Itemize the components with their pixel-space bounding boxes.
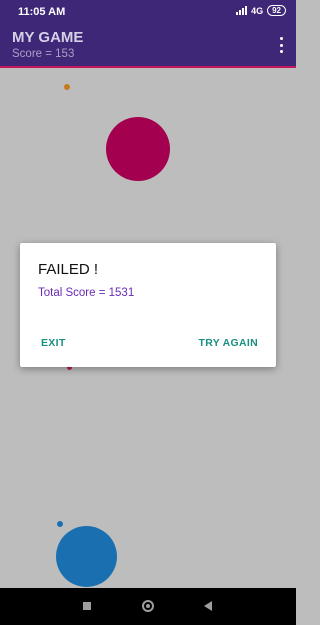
score-label: Score = 153 (12, 48, 75, 60)
app-title: MY GAME (12, 29, 84, 46)
navigation-bar (0, 588, 296, 625)
app-bar: MY GAME Score = 153 (0, 24, 296, 68)
status-icons: 4G 92 (236, 5, 286, 16)
blue-dot (57, 521, 63, 527)
game-over-dialog: FAILED ! Total Score = 1531 EXIT TRY AGA… (20, 243, 276, 367)
status-bar: 11:05 AM 4G 92 (0, 0, 296, 24)
recents-icon[interactable] (83, 602, 91, 610)
back-icon[interactable] (204, 601, 212, 611)
network-type: 4G (251, 5, 264, 16)
orange-dot (64, 84, 70, 90)
home-icon[interactable] (142, 600, 154, 612)
try-again-button[interactable]: TRY AGAIN (199, 337, 258, 349)
battery-level: 92 (272, 6, 281, 15)
dialog-title: FAILED ! (38, 261, 99, 278)
total-score-message: Total Score = 1531 (38, 287, 135, 299)
more-vert-icon[interactable] (278, 37, 284, 53)
blue-ball[interactable] (56, 526, 117, 587)
magenta-ball[interactable] (106, 117, 170, 181)
signal-icon (236, 6, 248, 15)
battery-icon: 92 (267, 5, 286, 16)
exit-button[interactable]: EXIT (41, 337, 66, 349)
status-time: 11:05 AM (18, 6, 66, 18)
